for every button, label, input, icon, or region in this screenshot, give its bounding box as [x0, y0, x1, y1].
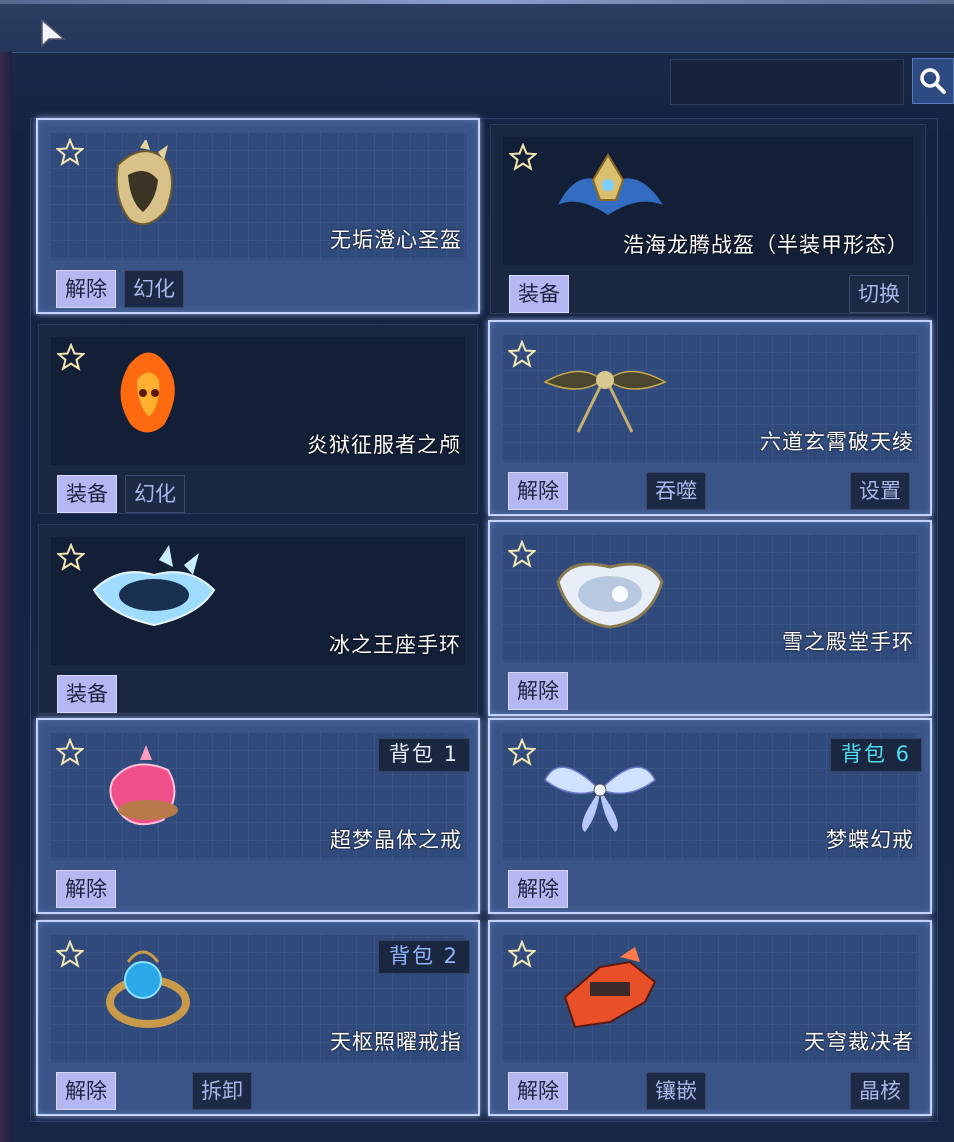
item-name: 天穹裁决者	[804, 1030, 914, 1054]
equipment-slot-card[interactable]: 炎狱征服者之颅 装备 幻化	[38, 324, 478, 514]
favorite-star-icon[interactable]	[56, 738, 84, 766]
favorite-star-icon[interactable]	[56, 138, 84, 166]
favorite-star-icon[interactable]	[508, 340, 536, 368]
equipment-slot-card[interactable]: 天穹裁决者 解除 镶嵌 晶核	[488, 920, 932, 1116]
silver-bracelet-icon	[556, 562, 664, 629]
equipment-slot-card[interactable]: 背包 2 天枢照曜戒指 解除 拆卸	[36, 920, 480, 1116]
item-name: 梦蝶幻戒	[826, 828, 914, 852]
equip-button[interactable]: 装备	[57, 475, 117, 513]
item-name: 无垢澄心圣盔	[330, 228, 462, 252]
equipment-slot-card[interactable]: 背包 6 梦蝶幻戒 解除	[488, 718, 932, 914]
butterfly-ring-icon	[544, 766, 656, 832]
search-input[interactable]	[670, 59, 904, 105]
equip-button[interactable]: 装备	[57, 675, 117, 713]
equipment-slot-card[interactable]: 浩海龙腾战盔（半装甲形态） 装备 切换	[490, 124, 926, 314]
unequip-button[interactable]: 解除	[56, 870, 116, 908]
item-name: 六道玄霄破天绫	[760, 430, 914, 454]
switch-button[interactable]: 切换	[849, 275, 909, 313]
top-bar	[0, 0, 954, 53]
red-mech-icon	[563, 947, 657, 1029]
backpack-badge: 背包 1	[377, 738, 470, 772]
unequip-button[interactable]: 解除	[508, 1072, 568, 1110]
inlay-button[interactable]: 镶嵌	[646, 1072, 706, 1110]
ice-bracelet-icon	[92, 545, 216, 627]
orb-ring-icon	[106, 950, 190, 1028]
winged-sash-icon	[543, 370, 667, 433]
search-button[interactable]	[912, 58, 954, 104]
favorite-star-icon[interactable]	[508, 540, 536, 568]
backpack-badge: 背包 6	[829, 738, 922, 772]
item-name: 浩海龙腾战盔（半装甲形态）	[623, 233, 909, 257]
unequip-button[interactable]: 解除	[508, 672, 568, 710]
favorite-star-icon[interactable]	[508, 940, 536, 968]
pink-crystal-ring-icon	[109, 745, 178, 826]
golden-helmet-icon	[115, 140, 173, 226]
item-name: 炎狱征服者之颅	[307, 433, 461, 457]
unequip-button[interactable]: 解除	[508, 870, 568, 908]
search-icon	[920, 68, 946, 94]
item-name: 雪之殿堂手环	[782, 630, 914, 654]
crystal-core-button[interactable]: 晶核	[850, 1072, 910, 1110]
item-name: 冰之王座手环	[329, 633, 461, 657]
unequip-button[interactable]: 解除	[56, 270, 116, 308]
equipment-slot-card[interactable]: 冰之王座手环 装备	[38, 524, 478, 714]
favorite-star-icon[interactable]	[508, 738, 536, 766]
item-name: 天枢照曜戒指	[330, 1030, 462, 1054]
unequip-button[interactable]: 解除	[56, 1072, 116, 1110]
unequip-button[interactable]: 解除	[508, 472, 568, 510]
settings-button[interactable]: 设置	[850, 472, 910, 510]
equipment-slot-card[interactable]: 背包 1 超梦晶体之戒 解除	[36, 718, 480, 914]
equipment-slot-card[interactable]: 六道玄霄破天绫 解除 吞噬 设置	[488, 320, 932, 516]
favorite-star-icon[interactable]	[56, 940, 84, 968]
favorite-star-icon[interactable]	[509, 143, 537, 171]
dragon-crown-icon	[558, 153, 663, 215]
equipment-slot-card[interactable]: 雪之殿堂手环 解除	[488, 520, 932, 716]
equipment-slot-card[interactable]: 无垢澄心圣盔 解除 幻化	[36, 118, 480, 314]
equip-button[interactable]: 装备	[509, 275, 569, 313]
top-bar-accent	[0, 0, 954, 4]
favorite-star-icon[interactable]	[57, 543, 85, 571]
transmog-button[interactable]: 幻化	[124, 270, 184, 308]
left-edge-decoration	[0, 52, 12, 1142]
favorite-star-icon[interactable]	[57, 343, 85, 371]
backpack-badge: 背包 2	[377, 940, 470, 974]
item-name: 超梦晶体之戒	[330, 828, 462, 852]
transmog-button[interactable]: 幻化	[125, 475, 185, 513]
remove-button[interactable]: 拆卸	[192, 1072, 252, 1110]
flame-skull-icon	[120, 352, 175, 433]
devour-button[interactable]: 吞噬	[646, 472, 706, 510]
